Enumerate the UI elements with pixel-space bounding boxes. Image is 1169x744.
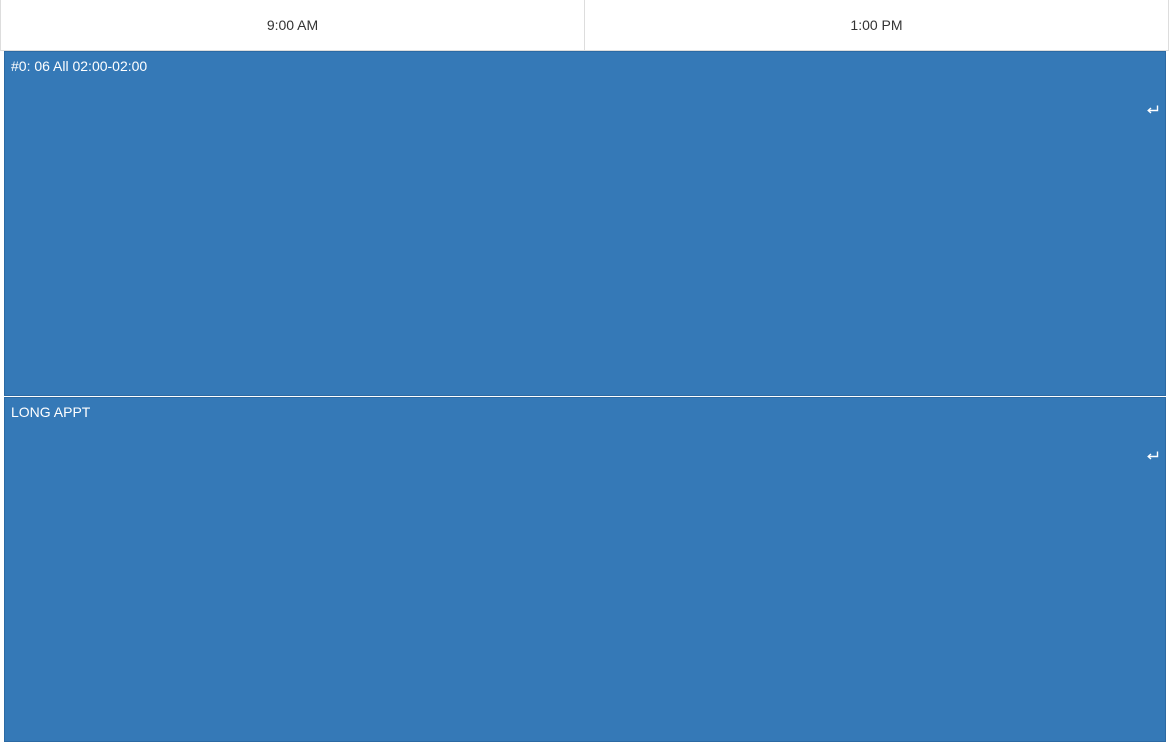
- time-slot-label: 1:00 PM: [584, 0, 1168, 50]
- event-title: #0: 06 All 02:00-02:00: [11, 58, 148, 74]
- event-title: LONG APPT: [11, 404, 91, 420]
- time-slot-label: 9:00 AM: [266, 17, 319, 33]
- event-block[interactable]: #0: 06 All 02:00-02:00: [4, 51, 1166, 396]
- recurring-icon: [1147, 451, 1159, 460]
- timeline-scheduler: 9:00 AM 1:00 PM #0: 06 All 02:00-02:00 L…: [0, 0, 1169, 744]
- events-area: #0: 06 All 02:00-02:00 LONG APPT: [0, 51, 1169, 744]
- event-block[interactable]: LONG APPT: [4, 397, 1166, 742]
- recurring-icon: [1147, 105, 1159, 114]
- time-header: 9:00 AM 1:00 PM: [0, 0, 1169, 51]
